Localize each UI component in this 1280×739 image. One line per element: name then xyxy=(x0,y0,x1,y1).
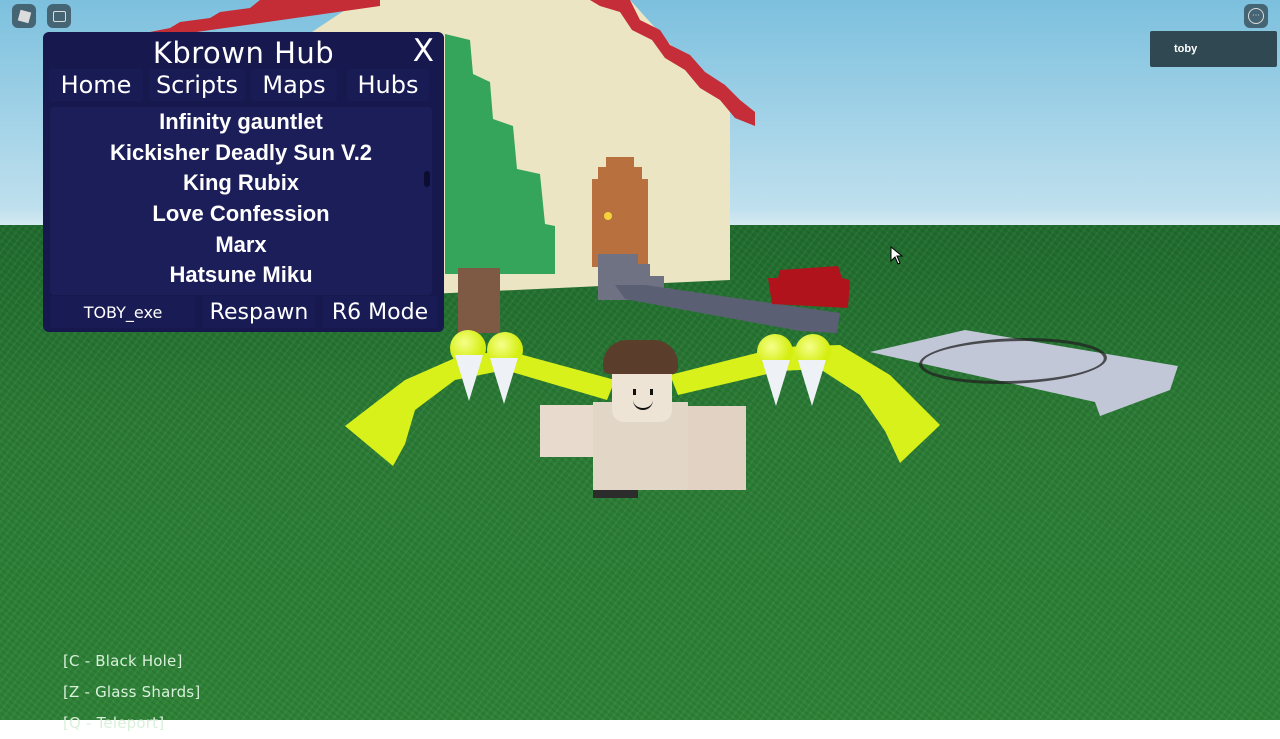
door-knob xyxy=(604,212,612,220)
more-options-button[interactable]: ··· xyxy=(1244,4,1268,28)
respawn-button[interactable]: Respawn xyxy=(203,296,315,328)
chat-button[interactable] xyxy=(47,4,71,28)
kbrown-hub-window: Kbrown Hub X Home Scripts Maps Hubs Infi… xyxy=(43,32,444,332)
avatar-arm-left xyxy=(540,405,595,457)
roblox-menu-button[interactable] xyxy=(12,4,36,28)
keybind-glass-shards: [Z - Glass Shards] xyxy=(63,683,201,701)
script-list[interactable]: Infinity gauntlet Kickisher Deadly Sun V… xyxy=(50,107,432,295)
script-item[interactable]: Hatsune Miku xyxy=(50,260,432,291)
avatar-eye xyxy=(633,389,636,395)
claw-spike xyxy=(455,355,483,401)
avatar-eye xyxy=(650,389,653,395)
close-button[interactable]: X xyxy=(413,33,434,69)
claw-spike xyxy=(762,360,790,406)
r6-mode-button[interactable]: R6 Mode xyxy=(323,296,437,328)
script-item[interactable]: Love Confession xyxy=(50,199,432,230)
roblox-logo-icon xyxy=(17,9,31,23)
claw-spike xyxy=(798,360,826,406)
avatar-arm-right xyxy=(688,406,746,490)
script-item[interactable]: Kickisher Deadly Sun V.2 xyxy=(50,138,432,169)
script-list-scrollbar[interactable] xyxy=(424,171,430,187)
hub-title: Kbrown Hub xyxy=(152,36,335,70)
username-label: TOBY_exe xyxy=(51,296,195,328)
keybind-black-hole: [C - Black Hole] xyxy=(63,652,183,670)
tab-home[interactable]: Home xyxy=(49,69,143,101)
tab-scripts[interactable]: Scripts xyxy=(149,69,245,101)
red-couch xyxy=(768,266,850,308)
keybind-teleport: [Q - Teleport] xyxy=(63,714,165,732)
more-options-icon: ··· xyxy=(1248,8,1264,24)
player-name: toby xyxy=(1174,43,1198,55)
house-door xyxy=(592,157,648,267)
chat-icon xyxy=(52,10,66,22)
script-item[interactable]: Marx xyxy=(50,230,432,261)
avatar-hair xyxy=(603,340,678,374)
hub-tabs: Home Scripts Maps Hubs xyxy=(49,69,439,101)
mouse-cursor-icon xyxy=(890,246,904,265)
tree-trunk xyxy=(458,268,500,333)
script-item[interactable]: Infinity gauntlet xyxy=(50,107,432,138)
keybind-hints: [C - Black Hole] [Z - Glass Shards] [Q -… xyxy=(63,646,200,739)
tab-maps[interactable]: Maps xyxy=(251,69,337,101)
claw-spike xyxy=(490,358,518,404)
script-item[interactable]: King Rubix xyxy=(50,168,432,199)
tab-hubs[interactable]: Hubs xyxy=(347,69,429,101)
player-list-entry[interactable]: toby xyxy=(1150,31,1277,67)
